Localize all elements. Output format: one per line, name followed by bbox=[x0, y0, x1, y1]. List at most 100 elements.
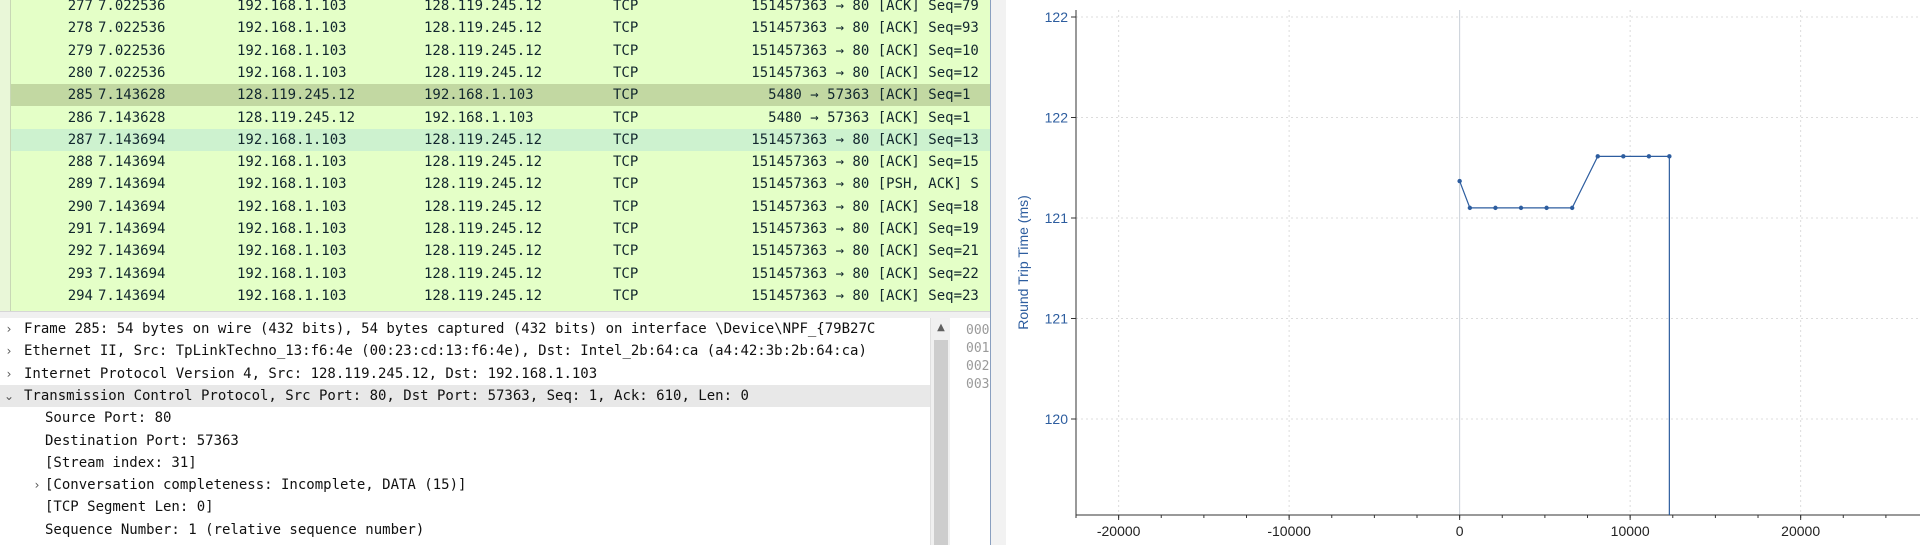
rtt-data-point bbox=[1621, 154, 1626, 159]
packet-proto: TCP bbox=[613, 221, 639, 237]
packet-len: 54 bbox=[768, 87, 785, 104]
scroll-up-icon[interactable]: ▲ bbox=[931, 322, 951, 333]
packet-row[interactable]: 294 7.143694 192.168.1.103 128.119.245.12 TC… bbox=[11, 285, 990, 307]
details-scrollbar[interactable]: ▲ bbox=[930, 318, 951, 545]
packet-len: 1514 bbox=[751, 0, 785, 14]
packet-row[interactable]: 286 7.143628 128.119.245.12 192.168.1.103 TC… bbox=[11, 107, 990, 129]
rtt-series-line bbox=[1459, 155, 1670, 515]
packet-no: 279 bbox=[67, 42, 93, 59]
packet-time: 7.022536 bbox=[98, 64, 166, 81]
packet-src: 192.168.1.103 bbox=[237, 221, 347, 237]
packet-len: 1514 bbox=[751, 287, 785, 304]
packet-src: 192.168.1.103 bbox=[237, 265, 347, 282]
packet-bytes[interactable]: 000 001 002 003 bbox=[950, 318, 990, 545]
detail-row[interactable]: [TCP Segment Len: 0] bbox=[0, 496, 930, 518]
packet-row[interactable]: 285 7.143628 128.119.245.12 192.168.1.103 TC… bbox=[11, 84, 990, 107]
rtt-graph[interactable]: -20000 -10000 0 10000 20000 120 121 121 122 122 Ro… bbox=[1006, 0, 1920, 545]
rtt-data-point bbox=[1518, 205, 1524, 211]
packet-row[interactable]: 279 7.022536 192.168.1.103 128.119.245.12 TC… bbox=[11, 40, 990, 62]
chevron-right-icon[interactable]: › bbox=[2, 340, 16, 362]
packet-row[interactable]: 293 7.143694 192.168.1.103 128.119.245.12 TC… bbox=[11, 263, 990, 285]
packet-proto: TCP bbox=[613, 42, 639, 59]
packet-details[interactable]: › Frame 285: 54 bytes on wire (432 bits),… bbox=[0, 318, 930, 545]
packet-info: 57363 → 80 [ACK] Seq=15 bbox=[785, 154, 979, 171]
packet-dst: 128.119.245.12 bbox=[424, 20, 543, 37]
detail-row[interactable]: › Frame 285: 54 bytes on wire (432 bits),… bbox=[0, 318, 930, 340]
packet-info: 57363 → 80 [ACK] Seq=93 bbox=[785, 20, 979, 37]
packet-info: 57363 → 80 [ACK] Seq=23 bbox=[785, 287, 979, 304]
detail-text: Internet Protocol Version 4, Src: 128.11… bbox=[24, 365, 598, 382]
scrollbar-thumb[interactable] bbox=[934, 340, 948, 545]
byte-offset: 000 bbox=[966, 323, 990, 338]
packet-src: 192.168.1.103 bbox=[237, 64, 347, 81]
packet-dst: 128.119.245.12 bbox=[424, 0, 543, 14]
packet-len: 1514 bbox=[751, 221, 785, 237]
y-tick-label: 122 bbox=[1045, 110, 1069, 126]
detail-row[interactable]: Destination Port: 57363 bbox=[0, 430, 930, 452]
packet-dst: 128.119.245.12 bbox=[424, 154, 543, 171]
packet-info: 57363 → 80 [ACK] Seq=12 bbox=[785, 64, 979, 81]
packet-row[interactable]: 287 7.143694 192.168.1.103 128.119.245.12 TC… bbox=[11, 128, 990, 151]
packet-src: 192.168.1.103 bbox=[237, 198, 347, 215]
detail-text: [Conversation completeness: Incomplete, … bbox=[45, 477, 467, 494]
packet-len: 1514 bbox=[751, 198, 785, 215]
packet-row[interactable]: 280 7.022536 192.168.1.103 128.119.245.12 TC… bbox=[11, 62, 990, 84]
detail-row[interactable]: ⌄ Transmission Control Protocol, Src Port… bbox=[0, 384, 930, 407]
packet-list[interactable]: 277 7.022536 192.168.1.103 128.119.245.12 TC… bbox=[0, 0, 990, 311]
packet-row[interactable]: 291 7.143694 192.168.1.103 128.119.245.12 TC… bbox=[11, 218, 990, 240]
packet-proto: TCP bbox=[613, 87, 639, 104]
packet-row[interactable]: 278 7.022536 192.168.1.103 128.119.245.12 TC… bbox=[11, 17, 990, 39]
packet-dst: 128.119.245.12 bbox=[424, 243, 543, 260]
y-tick-label: 120 bbox=[1045, 411, 1069, 427]
chevron-down-icon[interactable]: ⌄ bbox=[2, 385, 16, 407]
window-splitter[interactable] bbox=[990, 0, 1007, 545]
packet-row[interactable]: 289 7.143694 192.168.1.103 128.119.245.12 TC… bbox=[11, 173, 990, 195]
chevron-right-icon[interactable]: › bbox=[2, 363, 16, 385]
rtt-data-point bbox=[1544, 205, 1549, 211]
packet-time: 7.143694 bbox=[98, 265, 166, 282]
packet-row[interactable]: 288 7.143694 192.168.1.103 128.119.245.12 TC… bbox=[11, 151, 990, 173]
y-tick-label: 122 bbox=[1045, 9, 1069, 25]
detail-row[interactable]: [Stream index: 31] bbox=[0, 452, 930, 474]
packet-no: 288 bbox=[67, 154, 93, 171]
packet-no: 287 bbox=[67, 131, 93, 148]
packet-no: 291 bbox=[67, 221, 93, 237]
detail-row[interactable]: › Ethernet II, Src: TpLinkTechno_13:f6:4e… bbox=[0, 340, 930, 362]
chevron-right-icon[interactable]: › bbox=[30, 474, 44, 496]
chevron-right-icon[interactable]: › bbox=[2, 318, 16, 340]
y-axis-label: Round Trip Time (ms) bbox=[1015, 195, 1031, 330]
packet-proto: TCP bbox=[613, 109, 639, 126]
packet-src: 128.119.245.12 bbox=[237, 109, 356, 126]
detail-row[interactable]: Sequence Number: 1 (relative sequence nu… bbox=[0, 519, 930, 541]
packet-src: 192.168.1.103 bbox=[237, 20, 347, 37]
packet-info: 57363 → 80 [PSH, ACK] S bbox=[785, 176, 979, 193]
detail-row[interactable]: Source Port: 80 bbox=[0, 407, 930, 429]
packet-no: 292 bbox=[67, 243, 93, 260]
packet-row[interactable]: 290 7.143694 192.168.1.103 128.119.245.12 TC… bbox=[11, 196, 990, 218]
packet-no: 290 bbox=[67, 198, 93, 215]
packet-proto: TCP bbox=[613, 20, 639, 37]
x-tick-label: 0 bbox=[1456, 523, 1464, 539]
packet-row[interactable]: 277 7.022536 192.168.1.103 128.119.245.12 TC… bbox=[11, 0, 990, 17]
packet-src: 192.168.1.103 bbox=[237, 42, 347, 59]
packet-row[interactable]: 292 7.143694 192.168.1.103 128.119.245.12 TC… bbox=[11, 240, 990, 262]
rtt-data-point bbox=[1467, 205, 1473, 211]
packet-src: 192.168.1.103 bbox=[237, 0, 347, 14]
packet-time: 7.143694 bbox=[98, 198, 166, 215]
detail-text: Source Port: 80 bbox=[45, 410, 172, 427]
detail-row[interactable]: › Internet Protocol Version 4, Src: 128.1… bbox=[0, 363, 930, 385]
packet-dst: 192.168.1.103 bbox=[424, 109, 534, 126]
packet-src: 192.168.1.103 bbox=[237, 154, 347, 171]
detail-text: Destination Port: 57363 bbox=[45, 432, 239, 449]
packet-info: 57363 → 80 [ACK] Seq=18 bbox=[785, 198, 979, 215]
packet-info: 57363 → 80 [ACK] Seq=79 bbox=[785, 0, 979, 14]
packet-time: 7.143694 bbox=[98, 176, 166, 193]
detail-row[interactable]: › [Conversation completeness: Incomplete,… bbox=[0, 474, 930, 496]
packet-no: 294 bbox=[67, 287, 93, 304]
packet-info: 57363 → 80 [ACK] Seq=10 bbox=[785, 42, 979, 59]
packet-no: 278 bbox=[67, 20, 93, 37]
packet-len: 1514 bbox=[751, 176, 785, 193]
packet-no: 289 bbox=[67, 176, 93, 193]
packet-len: 1514 bbox=[751, 154, 785, 171]
rtt-data-point bbox=[1457, 178, 1462, 184]
